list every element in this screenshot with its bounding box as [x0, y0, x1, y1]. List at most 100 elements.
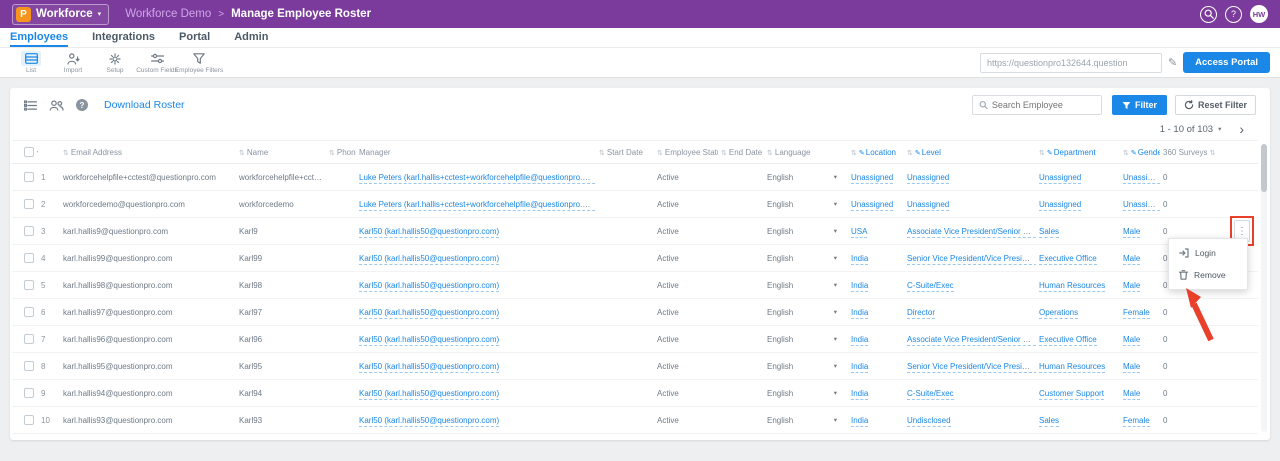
manager-link[interactable]: Karl50 (karl.hallis50@questionpro.com) [359, 281, 499, 292]
language-dropdown[interactable]: English ▾ [767, 362, 845, 371]
language-dropdown[interactable]: English ▾ [767, 281, 845, 290]
department-link[interactable]: Human Resources [1039, 362, 1105, 373]
level-link[interactable]: Unassigned [907, 200, 949, 211]
header-manager[interactable]: Manager [356, 141, 596, 164]
employee-groups-button[interactable] [49, 100, 64, 111]
row-checkbox[interactable] [24, 280, 34, 290]
gender-link[interactable]: Male [1123, 362, 1140, 373]
search-employee-input[interactable] [992, 100, 1095, 110]
tool-custom-fields[interactable]: Custom Fields [136, 51, 178, 74]
location-link[interactable]: India [851, 416, 868, 427]
tab-integrations[interactable]: Integrations [92, 28, 155, 47]
vertical-scrollbar[interactable] [1261, 144, 1267, 432]
header-360-surveys[interactable]: 360 Surveys⇅ [1160, 141, 1230, 164]
menu-item-remove[interactable]: Remove [1169, 264, 1247, 286]
level-link[interactable]: Unassigned [907, 173, 949, 184]
header-employee-status[interactable]: ⇅Employee Status [654, 141, 718, 164]
edit-column-icon[interactable]: ✎ [1131, 150, 1137, 157]
header-help-button[interactable]: ? [1225, 6, 1242, 23]
level-link[interactable]: Senior Vice President/Vice President [907, 254, 1036, 265]
bulk-actions-caret-icon[interactable]: ▾ [37, 150, 38, 156]
language-dropdown[interactable]: English ▾ [767, 200, 845, 209]
header-language[interactable]: ⇅Language [764, 141, 848, 164]
gender-link[interactable]: Male [1123, 335, 1140, 346]
gender-link[interactable]: Male [1123, 254, 1140, 265]
edit-portal-url-button[interactable]: ✎ [1168, 56, 1177, 69]
edit-column-icon[interactable]: ✎ [1047, 150, 1053, 157]
edit-column-icon[interactable]: ✎ [915, 150, 921, 157]
language-dropdown[interactable]: English ▾ [767, 389, 845, 398]
language-dropdown[interactable]: English ▾ [767, 173, 845, 182]
manager-link[interactable]: Karl50 (karl.hallis50@questionpro.com) [359, 335, 499, 346]
tab-portal[interactable]: Portal [179, 28, 210, 47]
header-department[interactable]: ⇅✎Department [1036, 141, 1120, 164]
download-roster-link[interactable]: Download Roster [104, 99, 185, 111]
row-checkbox[interactable] [24, 172, 34, 182]
department-link[interactable]: Operations [1039, 308, 1078, 319]
tool-employee-filters[interactable]: Employee Filters [178, 51, 220, 74]
next-page-button[interactable]: › [1239, 122, 1244, 136]
department-link[interactable]: Executive Office [1039, 254, 1097, 265]
gender-link[interactable]: Male [1123, 227, 1140, 238]
manager-link[interactable]: Karl50 (karl.hallis50@questionpro.com) [359, 416, 499, 427]
level-link[interactable]: C-Suite/Exec [907, 389, 954, 400]
level-link[interactable]: Associate Vice President/Senior Director [907, 227, 1036, 238]
workforce-product-switcher[interactable]: P Workforce ▾ [12, 4, 109, 25]
tool-import[interactable]: Import [52, 51, 94, 74]
tool-setup[interactable]: Setup [94, 51, 136, 74]
language-dropdown[interactable]: English ▾ [767, 416, 845, 425]
gender-link[interactable]: Male [1123, 389, 1140, 400]
select-all-checkbox[interactable] [24, 147, 34, 157]
row-checkbox[interactable] [24, 415, 34, 425]
row-checkbox[interactable] [24, 361, 34, 371]
gender-link[interactable]: Female [1123, 416, 1150, 427]
row-checkbox[interactable] [24, 307, 34, 317]
location-link[interactable]: Unassigned [851, 173, 893, 184]
header-name[interactable]: ⇅Name [236, 141, 326, 164]
reset-filter-button[interactable]: Reset Filter [1175, 95, 1256, 115]
location-link[interactable]: India [851, 362, 868, 373]
level-link[interactable]: Undisclosed [907, 416, 951, 427]
manager-link[interactable]: Karl50 (karl.hallis50@questionpro.com) [359, 227, 499, 238]
department-link[interactable]: Executive Office [1039, 335, 1097, 346]
manager-link[interactable]: Karl50 (karl.hallis50@questionpro.com) [359, 254, 499, 265]
department-link[interactable]: Sales [1039, 416, 1059, 427]
row-checkbox[interactable] [24, 226, 34, 236]
department-link[interactable]: Customer Support [1039, 389, 1104, 400]
header-start-date[interactable]: ⇅Start Date [596, 141, 654, 164]
row-checkbox[interactable] [24, 199, 34, 209]
header-gender[interactable]: ⇅✎Gender [1120, 141, 1160, 164]
filter-button[interactable]: Filter [1112, 95, 1167, 115]
tool-list[interactable]: List [10, 51, 52, 74]
header-search-button[interactable] [1200, 6, 1217, 23]
location-link[interactable]: Unassigned [851, 200, 893, 211]
row-checkbox[interactable] [24, 253, 34, 263]
breadcrumb-parent[interactable]: Workforce Demo [125, 8, 211, 20]
header-email-address[interactable]: ⇅Email Address [60, 141, 236, 164]
manager-link[interactable]: Luke Peters (karl.hallis+cctest+workforc… [359, 173, 596, 184]
manager-link[interactable]: Karl50 (karl.hallis50@questionpro.com) [359, 308, 499, 319]
location-link[interactable]: India [851, 335, 868, 346]
location-link[interactable]: USA [851, 227, 867, 238]
gender-link[interactable]: Unassigned [1123, 173, 1160, 184]
help-icon[interactable]: ? [76, 99, 88, 111]
level-link[interactable]: Senior Vice President/Vice President [907, 362, 1036, 373]
header-end-date[interactable]: ⇅End Date [718, 141, 764, 164]
department-link[interactable]: Sales [1039, 227, 1059, 238]
department-link[interactable]: Unassigned [1039, 200, 1081, 211]
location-link[interactable]: India [851, 254, 868, 265]
level-link[interactable]: Associate Vice President/Senior Director [907, 335, 1036, 346]
language-dropdown[interactable]: English ▾ [767, 308, 845, 317]
department-link[interactable]: Human Resources [1039, 281, 1105, 292]
tab-employees[interactable]: Employees [10, 28, 68, 47]
view-toggle-button[interactable] [24, 100, 37, 111]
row-checkbox[interactable] [24, 334, 34, 344]
manager-link[interactable]: Karl50 (karl.hallis50@questionpro.com) [359, 362, 499, 373]
level-link[interactable]: C-Suite/Exec [907, 281, 954, 292]
language-dropdown[interactable]: English ▾ [767, 335, 845, 344]
location-link[interactable]: India [851, 389, 868, 400]
portal-url-input[interactable] [980, 53, 1162, 73]
department-link[interactable]: Unassigned [1039, 173, 1081, 184]
level-link[interactable]: Director [907, 308, 935, 319]
scrollbar-thumb[interactable] [1261, 144, 1267, 192]
